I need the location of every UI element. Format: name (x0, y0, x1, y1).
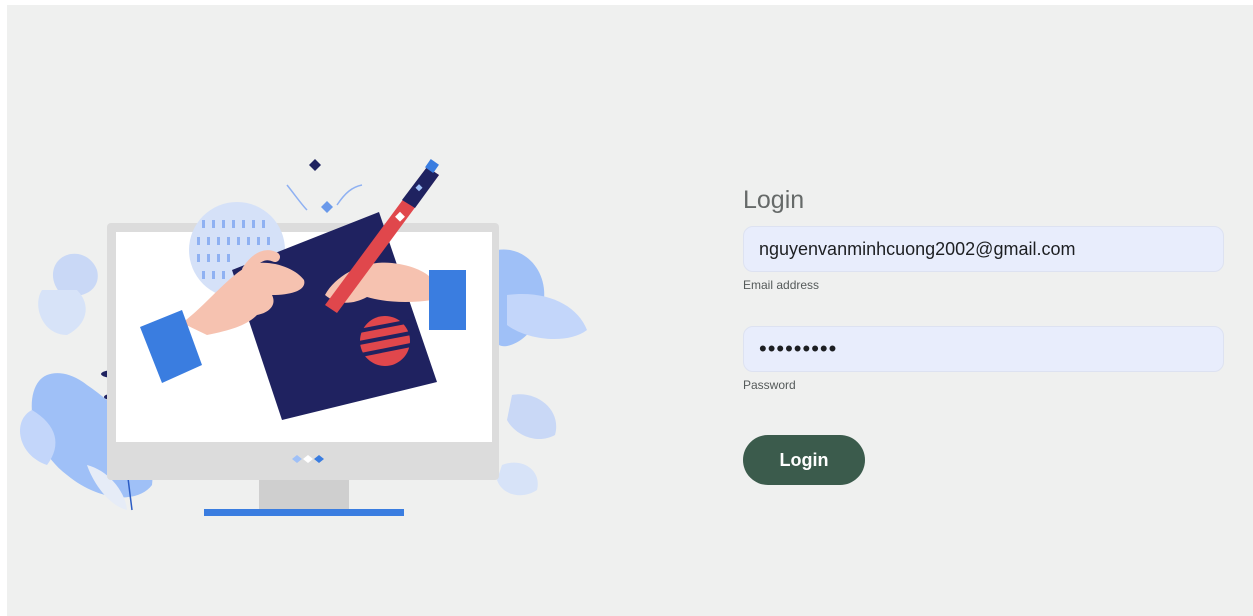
password-label: Password (743, 378, 796, 392)
login-title: Login (743, 186, 805, 214)
login-form: Login Email address Password Login (743, 185, 1224, 485)
login-button[interactable]: Login (743, 435, 865, 485)
password-field[interactable] (743, 326, 1224, 372)
login-page: Login Email address Password Login (7, 5, 1253, 616)
email-field[interactable] (743, 226, 1224, 272)
computer-drawing-illustration (7, 145, 607, 535)
email-label: Email address (743, 278, 820, 292)
